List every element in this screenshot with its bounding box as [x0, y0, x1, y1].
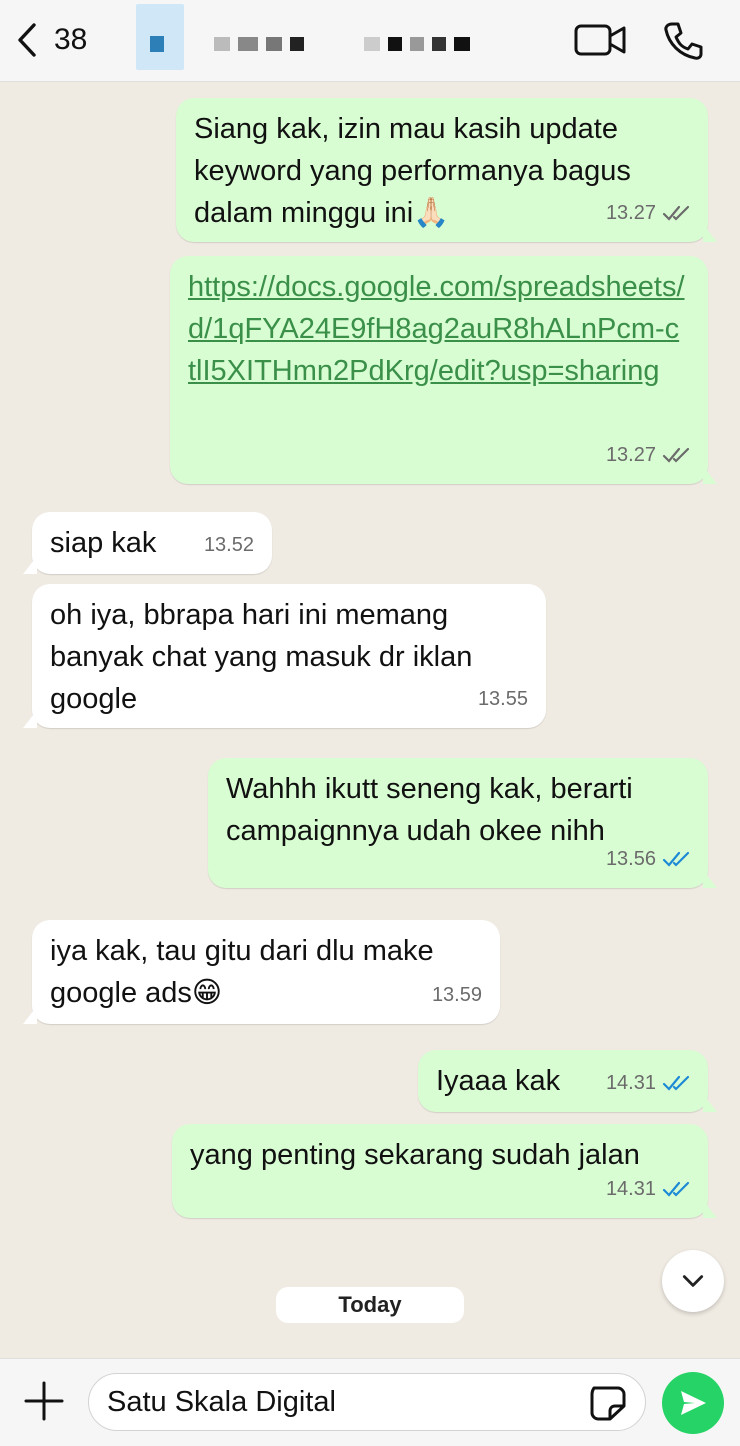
message-link[interactable]: https://docs.google.com/spreadsheets/d/1…	[188, 266, 690, 392]
date-divider: Today	[276, 1287, 464, 1323]
sticker-button[interactable]	[588, 1384, 628, 1422]
video-camera-icon	[574, 24, 626, 56]
message-meta: 14.31	[606, 1062, 692, 1104]
contact-avatar[interactable]	[136, 4, 184, 70]
message-meta: 13.55	[478, 678, 528, 720]
video-call-button[interactable]	[574, 20, 628, 60]
attach-button[interactable]	[22, 1379, 66, 1423]
message-time: 13.27	[605, 444, 656, 466]
plus-icon	[24, 1381, 64, 1421]
message-text: iya kak, tau gitu dari dlu make google a…	[50, 935, 442, 1009]
double-check-icon	[662, 205, 690, 221]
message-input[interactable]	[107, 1382, 577, 1422]
message-bubble-incoming[interactable]: iya kak, tau gitu dari dlu make google a…	[23, 920, 500, 1024]
double-check-icon	[662, 1075, 690, 1091]
message-time: 13.56	[605, 848, 656, 870]
message-time: 13.52	[203, 534, 254, 556]
message-bubble-outgoing[interactable]: yang penting sekarang sudah jalan 14.31	[172, 1124, 717, 1218]
message-input-wrapper[interactable]	[88, 1373, 646, 1431]
message-meta: 13.27	[606, 192, 692, 234]
message-time: 13.55	[477, 688, 528, 710]
phone-icon	[664, 22, 703, 60]
voice-call-button[interactable]	[662, 20, 704, 62]
double-check-icon	[662, 851, 690, 867]
double-check-icon	[662, 447, 690, 463]
message-text: oh iya, bbrapa hari ini memang banyak ch…	[50, 599, 481, 715]
send-button[interactable]	[662, 1372, 724, 1434]
message-time: 14.31	[605, 1072, 656, 1094]
back-button[interactable]: 38	[14, 20, 104, 60]
message-time: 13.27	[605, 202, 656, 224]
message-meta: 13.59	[432, 974, 482, 1016]
message-time: 13.59	[431, 984, 482, 1006]
chevron-down-icon	[682, 1275, 704, 1287]
message-bubble-outgoing[interactable]: Siang kak, izin mau kasih update keyword…	[176, 98, 717, 242]
message-meta: 13.27	[606, 434, 692, 476]
message-meta: 13.56	[606, 838, 692, 880]
chevron-left-icon	[18, 23, 36, 57]
message-bubble-outgoing[interactable]: Iyaaa kak 14.31	[418, 1050, 717, 1112]
sticker-icon	[590, 1386, 626, 1421]
scroll-to-bottom-button[interactable]	[662, 1250, 724, 1312]
chat-header: 38	[0, 0, 740, 82]
composer-bar	[0, 1358, 740, 1446]
message-bubble-outgoing[interactable]: Wahhh ikutt seneng kak, berarti campaign…	[208, 758, 717, 888]
double-check-icon	[662, 1181, 690, 1197]
message-meta: 14.31	[606, 1168, 692, 1210]
message-list[interactable]: Siang kak, izin mau kasih update keyword…	[0, 82, 740, 1358]
send-icon	[681, 1391, 706, 1415]
contact-name-redacted[interactable]	[214, 36, 478, 52]
message-meta: 13.52	[204, 524, 254, 566]
message-bubble-outgoing-link[interactable]: https://docs.google.com/spreadsheets/d/1…	[170, 256, 717, 484]
message-bubble-incoming[interactable]: oh iya, bbrapa hari ini memang banyak ch…	[23, 584, 546, 728]
message-time: 14.31	[605, 1178, 656, 1200]
message-bubble-incoming[interactable]: siap kak 13.52	[23, 512, 272, 574]
unread-count: 38	[54, 23, 88, 56]
